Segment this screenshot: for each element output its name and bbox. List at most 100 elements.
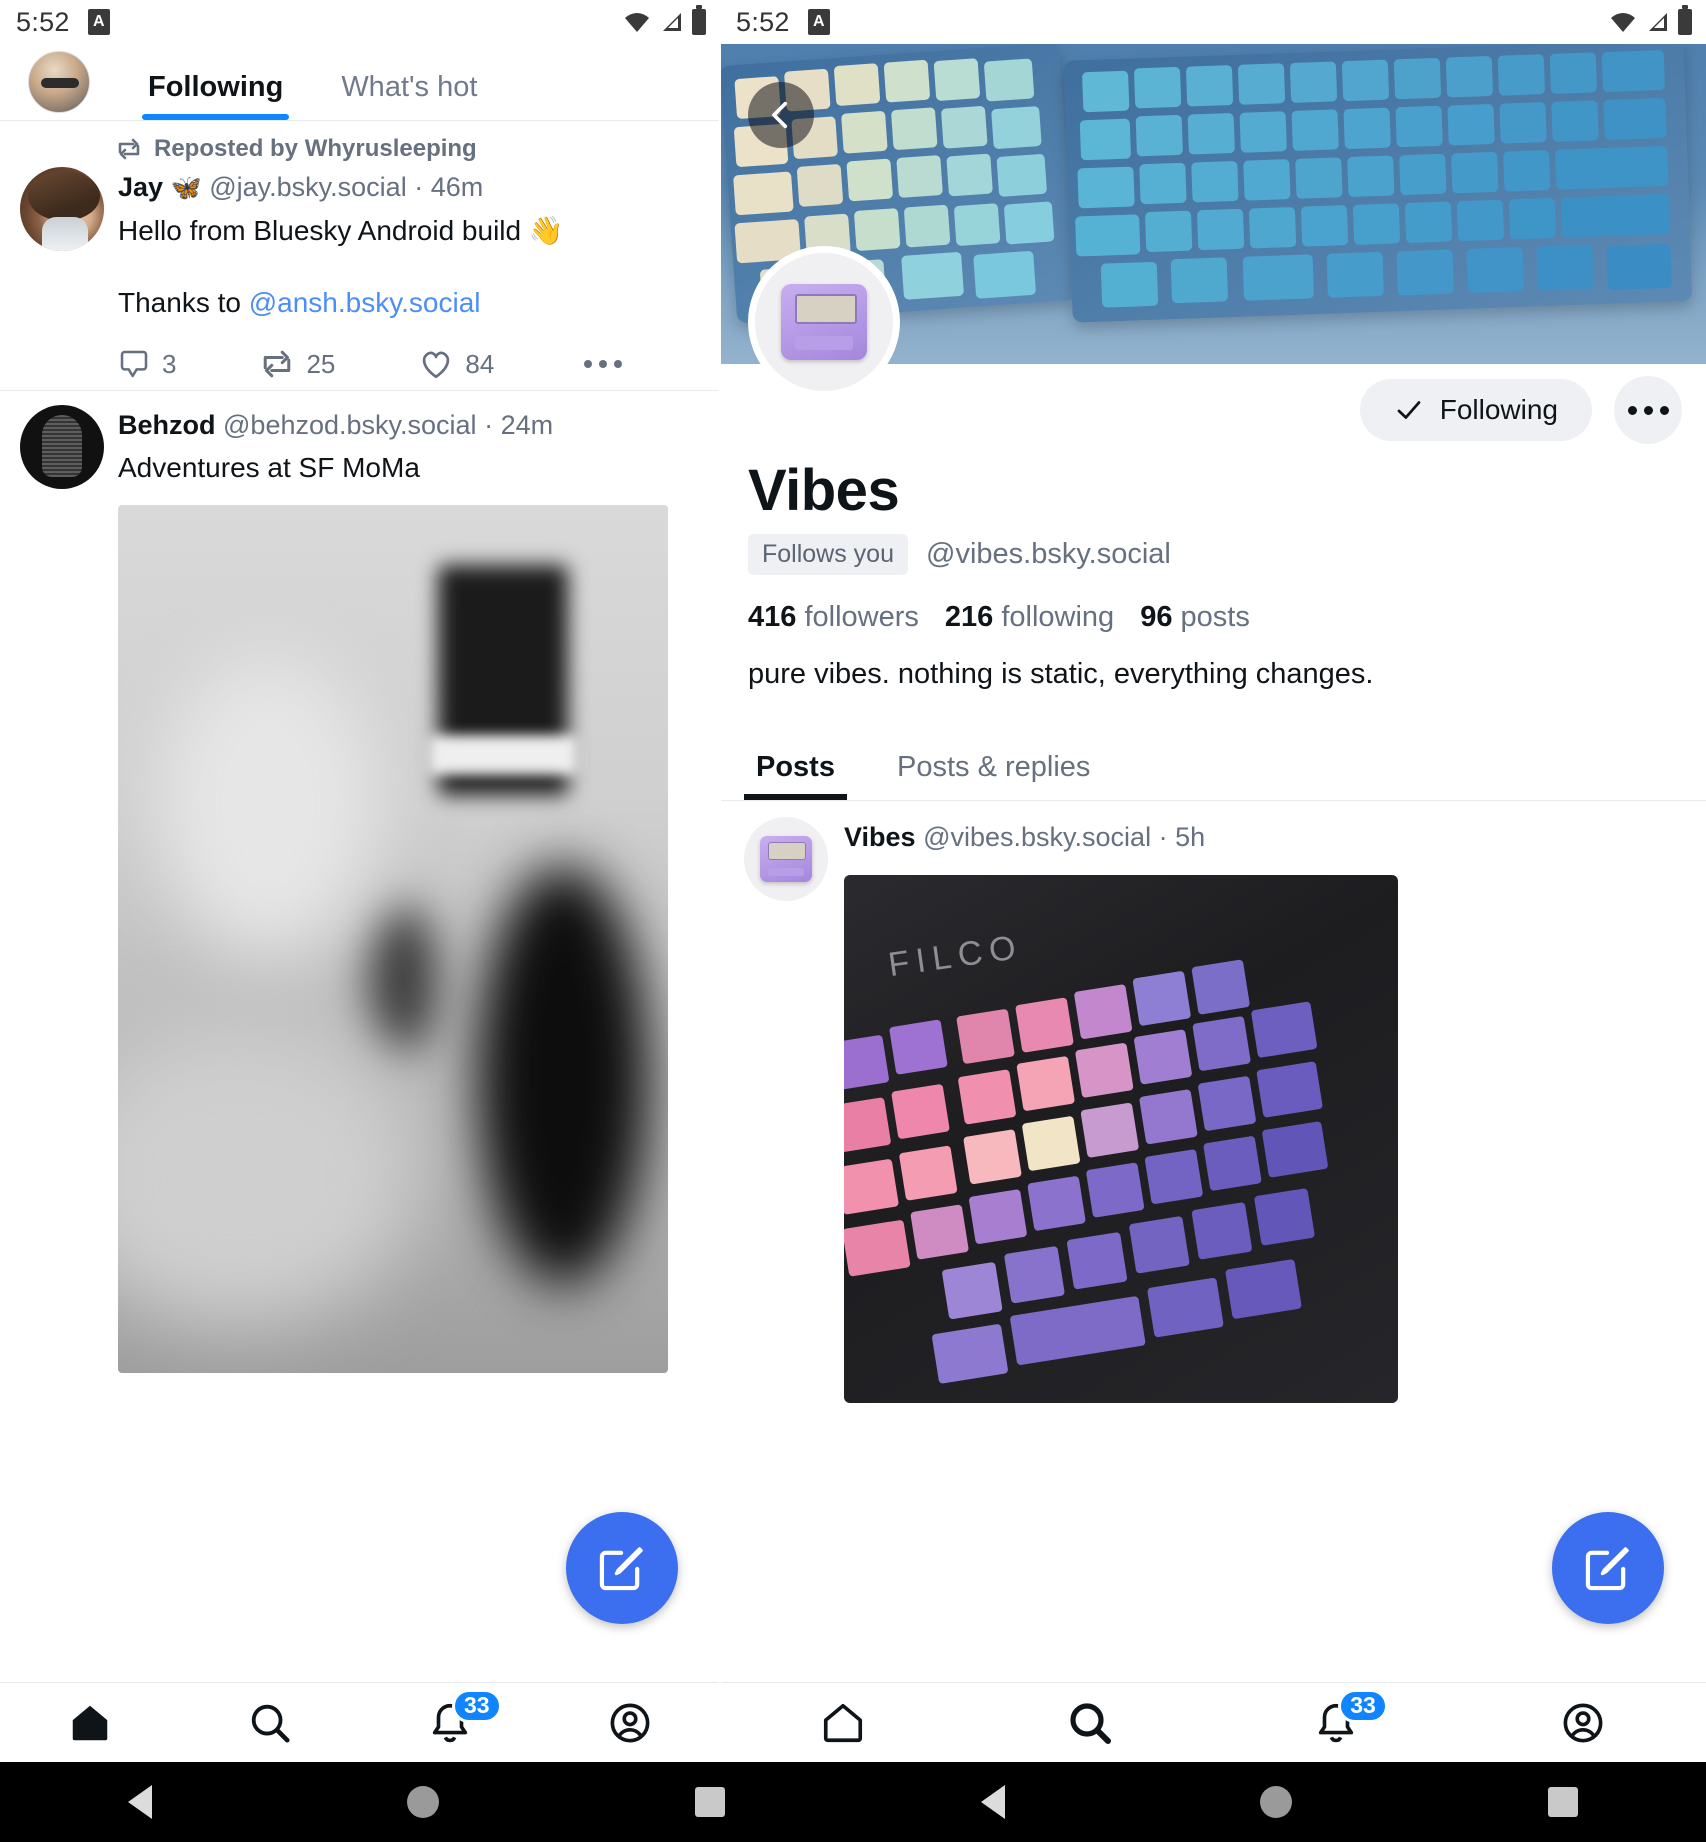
posts-count: 96: [1140, 601, 1173, 633]
tab-posts[interactable]: Posts: [744, 751, 847, 800]
feed-post-behzod[interactable]: Behzod @behzod.bsky.social · 24m Adventu…: [0, 391, 720, 1383]
recents-square-icon[interactable]: [1548, 1787, 1579, 1817]
status-right-icons: [624, 5, 706, 35]
status-app-badge-icon: A: [87, 9, 110, 35]
repost-icon: [118, 138, 140, 160]
posts-label: posts: [1180, 601, 1250, 633]
wifi-icon: [1611, 13, 1635, 32]
profile-icon: [610, 1703, 650, 1742]
search-icon: [1070, 1702, 1111, 1744]
avatar-image: [781, 284, 867, 360]
following-button-label: Following: [1439, 394, 1558, 425]
tab-posts-replies[interactable]: Posts & replies: [889, 751, 1098, 800]
status-time: 5:52: [736, 6, 790, 37]
post-more-button[interactable]: [584, 360, 622, 368]
author-display-name[interactable]: Vibes: [844, 822, 916, 852]
filco-keyboard-keys: [844, 927, 1398, 1403]
profile-more-button[interactable]: [1614, 376, 1682, 444]
back-button[interactable]: [748, 82, 814, 148]
stat-following[interactable]: 216 following: [945, 601, 1114, 633]
tab-whats-hot[interactable]: What's hot: [335, 71, 483, 120]
left-status-bar: 5:52 A: [0, 0, 720, 44]
android-system-nav: [0, 1762, 1706, 1842]
separator-dot: ·: [484, 410, 494, 440]
post-image[interactable]: [118, 505, 668, 1373]
feed-header: Following What's hot: [0, 44, 720, 120]
nav-notifications[interactable]: 33: [400, 1683, 502, 1763]
post-timestamp: 46m: [430, 172, 484, 202]
like-count: 84: [465, 348, 495, 379]
feed-post-jay[interactable]: Reposted by Whyrusleeping Jay 🦋 @jay.bsk…: [0, 121, 720, 390]
left-phone-panel: 5:52 A Following What's hot Reposted by …: [0, 0, 720, 1762]
stat-followers[interactable]: 416 followers: [748, 601, 919, 633]
post-image-wrap[interactable]: FILCO: [844, 875, 1682, 1403]
repost-count: 25: [306, 348, 336, 379]
post-author-avatar[interactable]: [744, 817, 828, 901]
follows-you-badge: Follows you: [748, 534, 908, 575]
mention-link[interactable]: @ansh.bsky.social: [249, 287, 481, 318]
status-time: 5:52: [16, 6, 70, 37]
compose-button[interactable]: [1552, 1512, 1664, 1624]
repost-icon: [264, 350, 291, 378]
nav-search[interactable]: [220, 1683, 320, 1763]
right-bottom-nav: 33: [720, 1682, 1706, 1762]
nav-profile[interactable]: [1533, 1683, 1633, 1763]
separator-dot: ·: [1158, 822, 1168, 852]
keyboard-brand-label: FILCO: [885, 927, 1026, 985]
profile-icon: [1563, 1703, 1603, 1742]
battery-icon: [692, 5, 706, 35]
post-author-avatar[interactable]: [20, 405, 104, 489]
battery-icon: [1678, 5, 1692, 35]
profile-info: Vibes Follows you @vibes.bsky.social 416…: [720, 456, 1706, 694]
nav-notifications[interactable]: 33: [1286, 1683, 1388, 1763]
avatar[interactable]: [28, 51, 90, 113]
heart-icon: [423, 351, 450, 379]
home-circle-icon[interactable]: [1260, 1786, 1293, 1818]
recents-square-icon[interactable]: [695, 1787, 726, 1817]
home-icon: [824, 1703, 863, 1742]
reply-action[interactable]: 3: [118, 348, 176, 380]
post-timestamp: 24m: [500, 410, 554, 440]
author-display-name[interactable]: Behzod: [118, 410, 216, 440]
profile-post[interactable]: Vibes @vibes.bsky.social · 5h FILCO: [720, 801, 1706, 1403]
post-author-line: Behzod @behzod.bsky.social · 24m: [118, 405, 700, 445]
profile-bio: pure vibes. nothing is static, everythin…: [748, 658, 1374, 690]
followers-count: 416: [748, 601, 797, 633]
author-handle[interactable]: @behzod.bsky.social: [223, 410, 477, 440]
following-button[interactable]: Following: [1359, 379, 1592, 441]
reply-count: 3: [162, 348, 177, 379]
more-dot-icon: [1643, 405, 1653, 415]
system-nav-left: [0, 1762, 853, 1842]
home-circle-icon[interactable]: [407, 1786, 440, 1818]
author-handle[interactable]: @jay.bsky.social: [209, 172, 406, 202]
repost-action[interactable]: 25: [260, 349, 335, 380]
profile-tabs: Posts Posts & replies: [720, 712, 1706, 800]
author-display-name[interactable]: Jay: [118, 172, 163, 202]
compose-button[interactable]: [566, 1512, 678, 1624]
like-action[interactable]: 84: [419, 348, 494, 380]
back-triangle-icon[interactable]: [127, 1785, 152, 1819]
post-author-avatar[interactable]: [20, 167, 104, 251]
more-dot-icon: [1659, 405, 1669, 415]
following-label: following: [1001, 601, 1115, 633]
nav-profile[interactable]: [580, 1683, 680, 1763]
post-main: Jay 🦋 @jay.bsky.social · 46m Hello from …: [118, 167, 700, 380]
post-image-wrap[interactable]: [118, 505, 700, 1373]
post-text-secondary: Thanks to @ansh.bsky.social: [118, 282, 700, 324]
keyboard-right-half: [1063, 44, 1693, 323]
post-body: Behzod @behzod.bsky.social · 24m Adventu…: [20, 405, 700, 1373]
repost-label: Reposted by Whyrusleeping: [154, 135, 477, 162]
feed-tabs: Following What's hot: [142, 44, 529, 120]
nav-search[interactable]: [1040, 1683, 1140, 1763]
nav-home[interactable]: [793, 1683, 893, 1763]
signal-icon: [663, 13, 681, 31]
tab-following[interactable]: Following: [142, 71, 290, 120]
status-right-icons: [1610, 5, 1692, 35]
author-handle[interactable]: @vibes.bsky.social: [923, 822, 1151, 852]
post-image[interactable]: FILCO: [844, 875, 1398, 1403]
nav-home[interactable]: [40, 1683, 140, 1763]
profile-handle-row: Follows you @vibes.bsky.social: [748, 534, 1678, 575]
signal-icon: [1649, 13, 1667, 31]
post-actions: 3 25 84: [118, 348, 700, 380]
back-triangle-icon[interactable]: [980, 1785, 1005, 1819]
